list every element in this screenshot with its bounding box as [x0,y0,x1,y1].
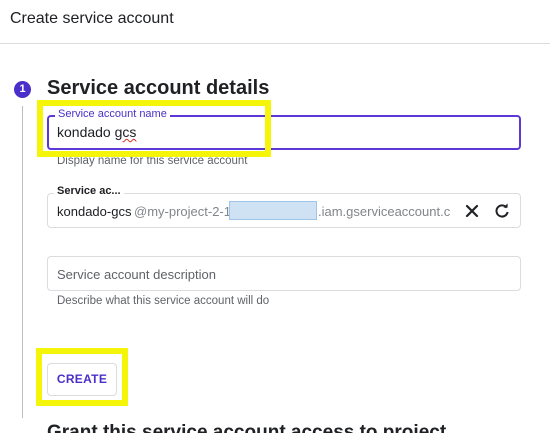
step-number-badge: 1 [14,81,31,98]
close-icon[interactable] [462,201,482,221]
service-account-id-field[interactable]: Service ac... kondado-gcs @my-project-2-… [47,185,521,228]
refresh-icon[interactable] [492,201,512,221]
redacted-project-id [229,201,317,220]
service-account-id-label: Service ac... [54,185,124,197]
page-title: Create service account [10,10,174,27]
step-title: Service account details [47,77,270,99]
service-account-description-field[interactable]: Service account description [47,256,521,291]
highlight-box-create [36,348,128,406]
service-account-id-domain-part2: .iam.gserviceaccount.c [318,204,451,219]
service-account-id-domain-part1: @my-project-2-1 [134,204,231,219]
service-account-description-hint: Describe what this service account will … [57,295,270,307]
create-service-account-page: Create service account 1 Service account… [0,0,550,433]
next-step-title: Grant this service account access to pro… [47,422,447,433]
highlight-box-name [37,100,271,157]
service-account-description-placeholder: Service account description [57,267,216,282]
step-connector-line [22,106,23,418]
top-bar: Create service account [0,0,550,44]
service-account-id-value[interactable]: kondado-gcs [57,204,131,219]
